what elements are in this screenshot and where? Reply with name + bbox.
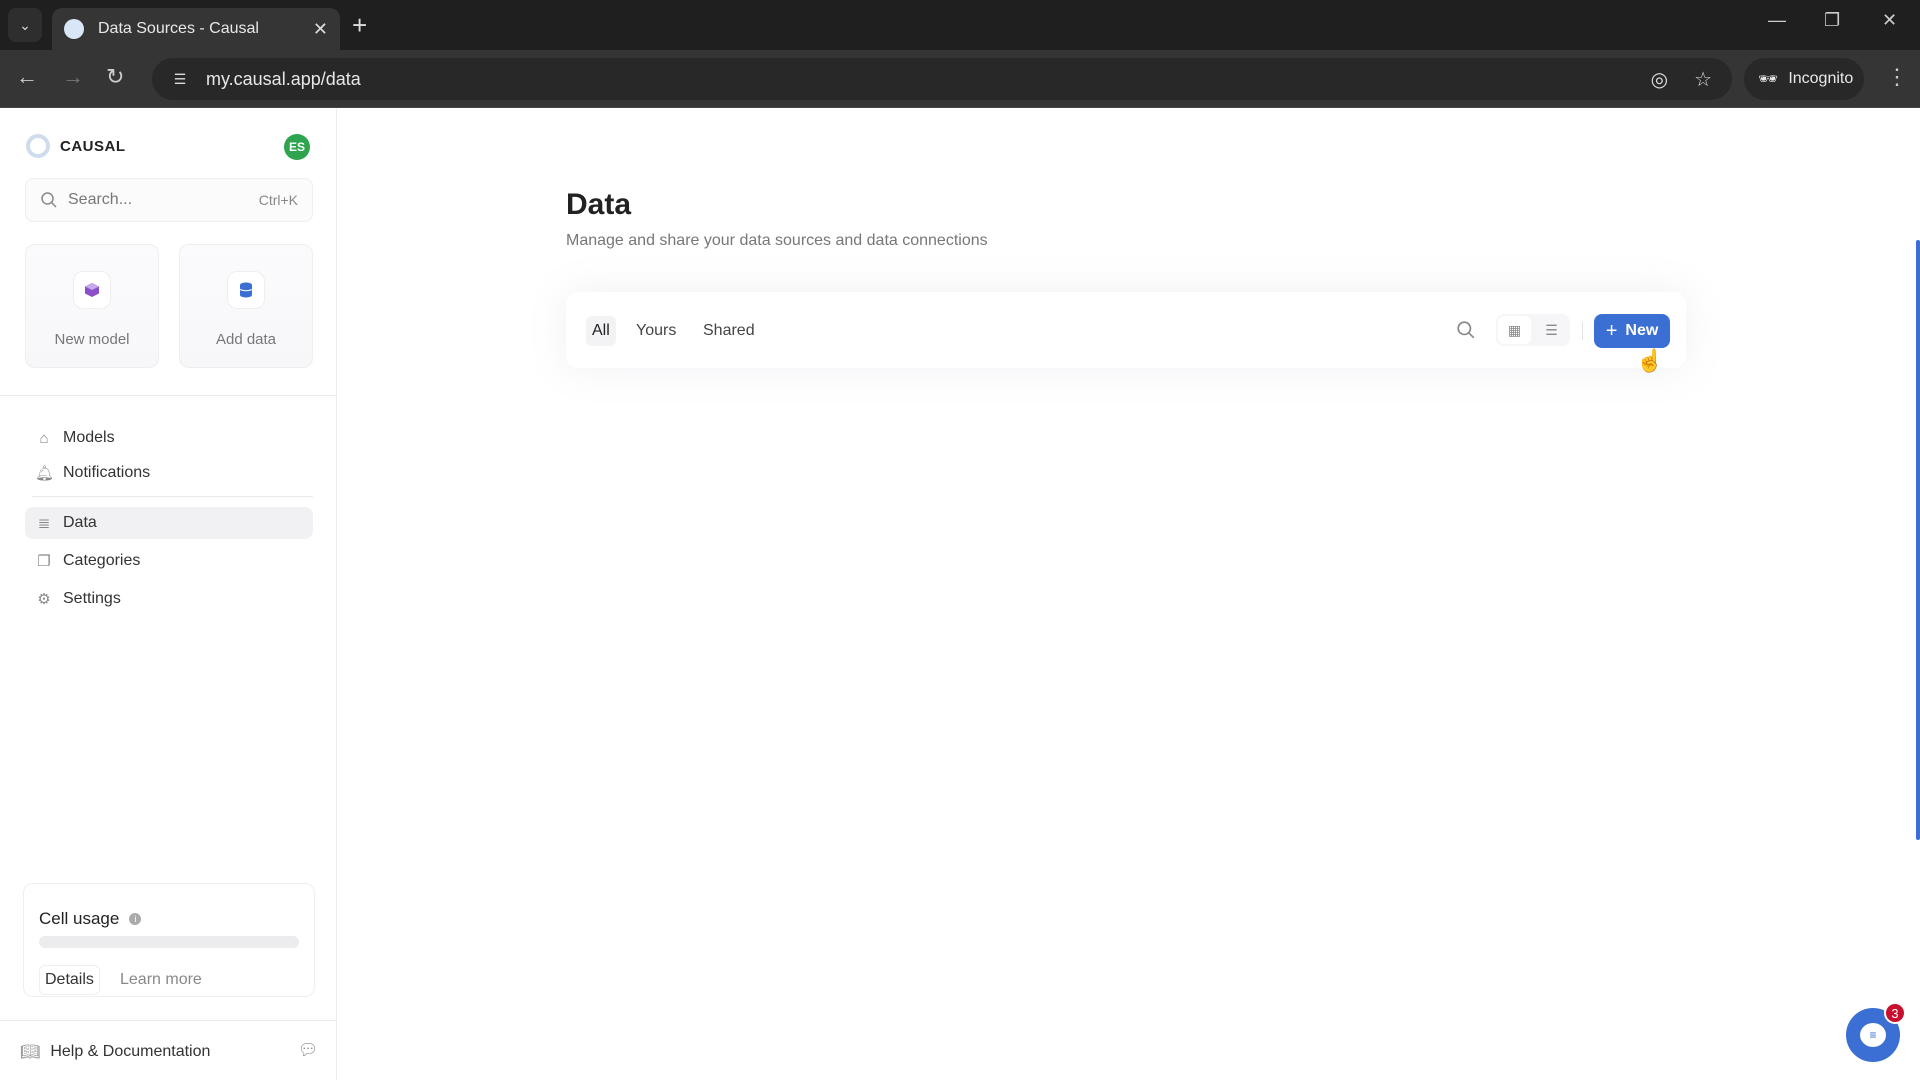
app: CAUSAL ES Search... Ctrl+K New model Add… bbox=[0, 108, 1920, 1080]
sidebar: CAUSAL ES Search... Ctrl+K New model Add… bbox=[0, 108, 337, 1080]
sidebar-item-label: Models bbox=[63, 429, 115, 446]
sidebar-item-data[interactable]: ≣ Data bbox=[25, 507, 313, 539]
help-label: Help & Documentation bbox=[50, 1043, 211, 1060]
back-icon[interactable]: ← bbox=[16, 64, 38, 90]
new-model-button[interactable]: New model bbox=[25, 244, 159, 368]
divider bbox=[32, 496, 313, 497]
sidebar-item-label: Data bbox=[63, 514, 97, 531]
sidebar-item-label: Categories bbox=[63, 552, 141, 569]
search-input[interactable]: Search... Ctrl+K bbox=[25, 178, 313, 222]
chevron-down-icon: ⌄ bbox=[19, 16, 31, 33]
incognito-indicator[interactable]: 🕶 Incognito bbox=[1744, 58, 1864, 100]
cell-usage-card: Cell usage i Details Learn more bbox=[23, 883, 315, 997]
star-icon[interactable]: ☆ bbox=[1694, 67, 1712, 92]
reload-icon[interactable]: ↻ bbox=[106, 64, 124, 90]
tab-title: Data Sources - Causal bbox=[98, 20, 259, 37]
divider bbox=[1582, 322, 1583, 340]
divider bbox=[0, 1020, 337, 1021]
filter-bar: All Yours Shared ▦ ☰ + New bbox=[566, 292, 1686, 368]
incognito-label: Incognito bbox=[1788, 70, 1854, 87]
cube-icon bbox=[85, 283, 99, 297]
details-button[interactable]: Details bbox=[39, 965, 100, 995]
page-title: Data bbox=[566, 188, 632, 221]
restore-icon[interactable]: ❐ bbox=[1824, 10, 1840, 31]
sidebar-item-label: Settings bbox=[63, 590, 121, 607]
brand-name: CAUSAL bbox=[60, 137, 126, 155]
browser-toolbar: ← → ↻ ☰ my.causal.app/data ◎ ☆ 🕶 Incogni… bbox=[0, 50, 1920, 108]
brand[interactable]: CAUSAL bbox=[26, 134, 126, 158]
add-data-button[interactable]: Add data bbox=[179, 244, 313, 368]
copy-icon: ❐ bbox=[37, 553, 51, 570]
help-documentation-link[interactable]: 📖︎ Help & Documentation bbox=[20, 1042, 210, 1062]
list-view-icon[interactable]: ☰ bbox=[1535, 316, 1568, 344]
gear-icon: ⚙ bbox=[37, 591, 51, 608]
book-icon: 📖︎ bbox=[20, 1044, 41, 1061]
database-icon bbox=[239, 282, 253, 298]
tab-all[interactable]: All bbox=[586, 316, 616, 346]
learn-more-link[interactable]: Learn more bbox=[120, 971, 202, 989]
divider bbox=[0, 395, 337, 396]
favicon-icon bbox=[64, 19, 84, 39]
search-placeholder: Search... bbox=[68, 191, 133, 208]
tab-yours[interactable]: Yours bbox=[630, 316, 682, 346]
search-icon bbox=[41, 192, 57, 208]
database-icon: ≣ bbox=[37, 515, 51, 532]
main-content: Data Manage and share your data sources … bbox=[338, 108, 1920, 1080]
incognito-icon: 🕶 bbox=[1758, 71, 1779, 88]
chat-bubbles-icon[interactable]: 💬︎ bbox=[298, 1040, 318, 1060]
causal-logo-icon bbox=[26, 134, 50, 158]
home-icon: ⌂ bbox=[39, 429, 49, 447]
new-model-label: New model bbox=[54, 331, 130, 348]
minimize-icon[interactable]: — bbox=[1768, 10, 1786, 31]
sidebar-item-settings[interactable]: ⚙ Settings bbox=[25, 583, 313, 615]
info-icon[interactable]: i bbox=[129, 913, 142, 925]
search-shortcut: Ctrl+K bbox=[258, 192, 298, 208]
site-info-icon[interactable]: ☰ bbox=[166, 65, 194, 93]
browser-menu-icon[interactable]: ⋮ bbox=[1886, 64, 1908, 90]
cell-usage-progress bbox=[39, 936, 299, 948]
sidebar-item-categories[interactable]: ❐ Categories bbox=[25, 545, 313, 577]
cell-usage-title: Cell usage bbox=[39, 909, 120, 928]
address-bar[interactable]: ☰ my.causal.app/data ◎ ☆ bbox=[152, 58, 1732, 100]
plus-icon: + bbox=[1605, 319, 1618, 342]
forward-icon[interactable]: → bbox=[62, 64, 84, 90]
close-window-icon[interactable]: ✕ bbox=[1882, 10, 1897, 31]
hand-cursor-icon: ☝ bbox=[1636, 348, 1664, 373]
url-text: my.causal.app/data bbox=[206, 68, 361, 89]
tab-shared[interactable]: Shared bbox=[697, 316, 761, 346]
eye-off-icon[interactable]: ◎ bbox=[1651, 67, 1668, 92]
sidebar-item-label: Notifications bbox=[63, 464, 151, 481]
tab-search-button[interactable]: ⌄ bbox=[8, 8, 42, 42]
sidebar-item-models[interactable]: ⌂ Models bbox=[25, 422, 313, 454]
chat-icon: ≡ bbox=[1860, 1023, 1886, 1047]
new-button[interactable]: + New bbox=[1594, 314, 1670, 348]
close-tab-icon[interactable]: ✕ bbox=[313, 19, 328, 40]
search-icon[interactable] bbox=[1456, 320, 1476, 340]
browser-tab[interactable]: Data Sources - Causal ✕ bbox=[52, 8, 340, 50]
new-button-label: New bbox=[1625, 322, 1659, 339]
avatar[interactable]: ES bbox=[284, 134, 310, 160]
browser-tab-bar: ⌄ Data Sources - Causal ✕ + — ❐ ✕ bbox=[0, 0, 1920, 50]
bell-icon: 🔔︎ bbox=[35, 465, 55, 482]
add-data-label: Add data bbox=[215, 331, 277, 348]
unread-badge: 3 bbox=[1884, 1002, 1906, 1024]
chat-widget-button[interactable]: ≡ 3 bbox=[1846, 1002, 1906, 1062]
scrollbar[interactable] bbox=[1916, 240, 1920, 840]
page-subtitle: Manage and share your data sources and d… bbox=[566, 232, 988, 249]
sidebar-item-notifications[interactable]: 🔔︎ Notifications bbox=[25, 457, 313, 489]
grid-view-icon[interactable]: ▦ bbox=[1498, 316, 1531, 344]
new-tab-button[interactable]: + bbox=[352, 10, 367, 40]
view-toggle: ▦ ☰ bbox=[1496, 314, 1570, 346]
